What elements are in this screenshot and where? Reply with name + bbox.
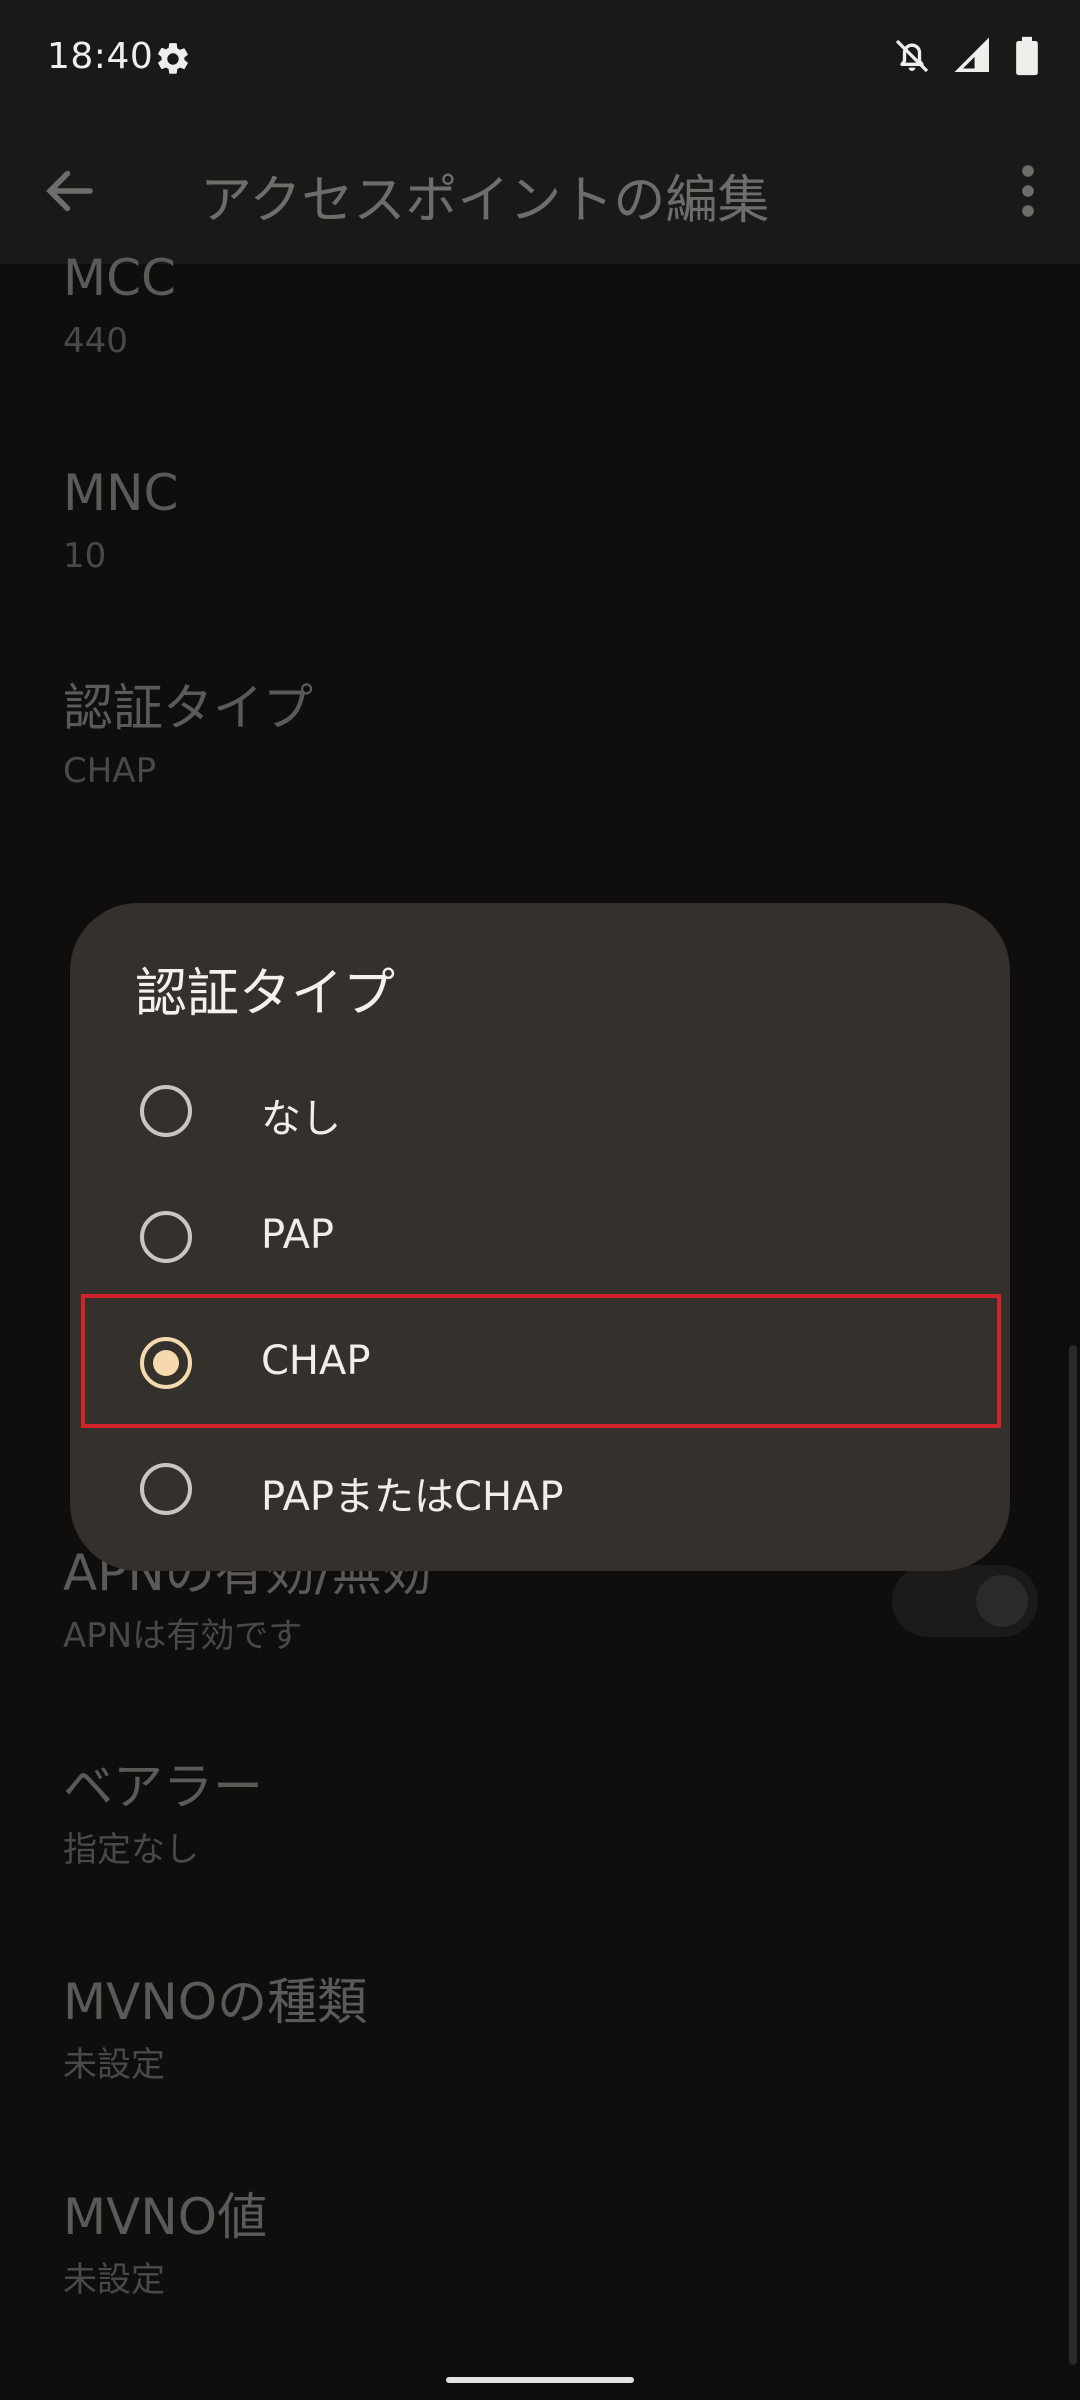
home-indicator[interactable] <box>446 2377 634 2383</box>
radio-button[interactable] <box>140 1211 192 1263</box>
notifications-off-icon <box>895 39 929 73</box>
list-item-subtitle: APNは有効です <box>63 1616 303 1656</box>
option-label: PAP <box>261 1212 335 1258</box>
list-item-subtitle: 10 <box>63 536 107 576</box>
list-item-auth-type[interactable]: 認証タイプ CHAP <box>63 678 1003 794</box>
page-title: アクセスポイントの編集 <box>200 171 770 231</box>
apn-enable-toggle[interactable] <box>892 1565 1038 1637</box>
more-vert-icon[interactable] <box>998 158 1058 224</box>
toggle-knob <box>976 1575 1028 1627</box>
list-item-title: 認証タイプ <box>63 679 313 737</box>
list-item-subtitle: CHAP <box>63 751 157 791</box>
list-item-mnc[interactable]: MNC 10 <box>63 463 1003 579</box>
list-item-mvno-type[interactable]: MVNOの種類 未設定 <box>63 1972 1003 2088</box>
dialog-title: 認証タイプ <box>135 964 396 1024</box>
list-item-mvno-value[interactable]: MVNO値 未設定 <box>63 2187 1003 2303</box>
list-item-title: MVNO値 <box>63 2188 268 2246</box>
list-item-subtitle: 指定なし <box>63 1830 199 1870</box>
list-item-subtitle: 未設定 <box>63 2260 165 2300</box>
option-label: PAPまたはCHAP <box>261 1474 564 1520</box>
list-item-title: MVNOの種類 <box>63 1973 368 2031</box>
list-item-title: MCC <box>63 249 176 307</box>
list-item-title: ベアラー <box>63 1758 263 1816</box>
status-bar: 18:40 <box>0 0 1080 118</box>
highlight-annotation <box>81 1294 1001 1428</box>
status-time: 18:40 <box>47 36 154 77</box>
radio-button[interactable] <box>140 1463 192 1515</box>
option-none[interactable]: なし <box>70 1048 1010 1174</box>
list-item-mcc[interactable]: MCC 440 <box>63 248 1003 364</box>
battery-icon <box>1016 36 1038 76</box>
option-pap-or-chap[interactable]: PAPまたはCHAP <box>70 1426 1010 1552</box>
option-pap[interactable]: PAP <box>70 1174 1010 1300</box>
scrollbar[interactable] <box>1069 1345 1077 2365</box>
gear-icon <box>158 43 188 74</box>
option-label: なし <box>261 1096 341 1142</box>
radio-button[interactable] <box>140 1085 192 1137</box>
app-bar: アクセスポイントの編集 <box>0 118 1080 264</box>
list-item-title: MNC <box>63 464 179 522</box>
list-item-bearer[interactable]: ベアラー 指定なし <box>63 1757 1003 1873</box>
list-item-subtitle: 440 <box>63 321 128 361</box>
back-arrow-icon[interactable] <box>40 161 100 221</box>
auth-type-dialog: 認証タイプ なし PAP CHAP PAPまたはCHAP <box>70 903 1010 1571</box>
signal-icon <box>954 37 989 72</box>
list-item-subtitle: 未設定 <box>63 2045 165 2085</box>
